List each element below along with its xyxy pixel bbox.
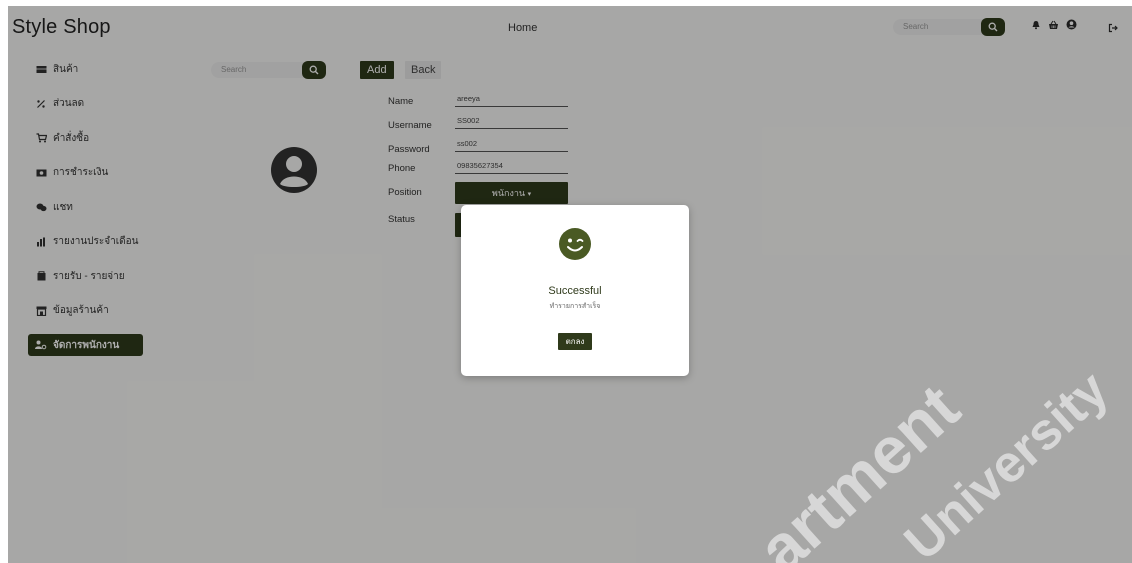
smile-wink-icon — [559, 228, 591, 260]
dialog-title: Successful — [548, 285, 602, 297]
ok-button[interactable]: ตกลง — [558, 333, 592, 350]
success-dialog: Successful ทำรายการสำเร็จ ตกลง — [461, 205, 689, 376]
dialog-message: ทำรายการสำเร็จ — [549, 303, 601, 310]
app-window: Style Shop Home Search สินค้า ส่วนลด คำส… — [8, 6, 1132, 563]
